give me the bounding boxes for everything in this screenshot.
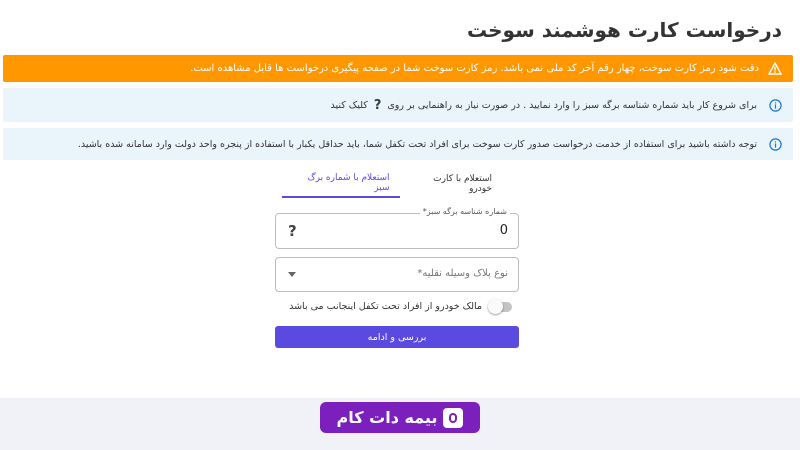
tab-vehicle-card[interactable]: استعلام با کارت خودرو	[400, 170, 503, 198]
bimeh-logo: بیمه دات کام	[320, 402, 480, 433]
inquiry-tabs: استعلام با کارت خودرو استعلام با شماره ب…	[282, 170, 502, 200]
plate-type-placeholder: نوع پلاک وسیله نقلیه*	[417, 268, 508, 279]
fuel-card-request-page: درخواست کارت هوشمند سوخت دقت شود رمز کار…	[0, 0, 800, 450]
logo-text: بیمه دات کام	[336, 408, 438, 427]
green-sheet-id-label: شماره شناسه برگه سبز*	[419, 207, 510, 216]
info-alert-dependents: توجه داشته باشید برای استفاده از خدمت در…	[3, 128, 793, 160]
chevron-down-icon[interactable]	[288, 272, 296, 277]
tab-green-sheet[interactable]: استعلام با شماره برگ سبز	[282, 170, 400, 198]
help-question-link[interactable]: ?	[374, 98, 382, 113]
brand-mark-icon	[443, 407, 464, 428]
info-help-text-before: برای شروع کار باید شماره شناسه برگه سبز …	[387, 99, 757, 111]
warning-icon	[767, 61, 783, 77]
toggle-knob	[488, 298, 503, 314]
info-icon	[767, 136, 783, 152]
page-title: درخواست کارت هوشمند سوخت	[466, 18, 782, 42]
plate-type-select[interactable]: نوع پلاک وسیله نقلیه*	[275, 257, 519, 292]
info-alert-help: برای شروع کار باید شماره شناسه برگه سبز …	[3, 88, 793, 122]
info-help-text-after: کلیک کنید	[330, 99, 368, 111]
dependent-owner-toggle-row: مالک خودرو از افراد تحت تکفل اینجانب می …	[289, 298, 512, 314]
dependent-owner-label: مالک خودرو از افراد تحت تکفل اینجانب می …	[289, 301, 482, 312]
review-continue-button[interactable]: بررسی و ادامه	[275, 326, 519, 348]
green-sheet-id-input[interactable]: 0	[500, 223, 508, 238]
warning-text: دقت شود رمز کارت سوخت، چهار رقم آخر کد م…	[190, 63, 759, 74]
info-icon	[767, 97, 783, 113]
dependent-owner-toggle[interactable]	[488, 298, 512, 314]
info-dependents-text: توجه داشته باشید برای استفاده از خدمت در…	[77, 138, 757, 150]
warning-alert: دقت شود رمز کارت سوخت، چهار رقم آخر کد م…	[3, 55, 793, 82]
help-icon[interactable]: ?	[288, 222, 297, 240]
green-sheet-id-field[interactable]: شماره شناسه برگه سبز* 0 ?	[275, 207, 519, 249]
